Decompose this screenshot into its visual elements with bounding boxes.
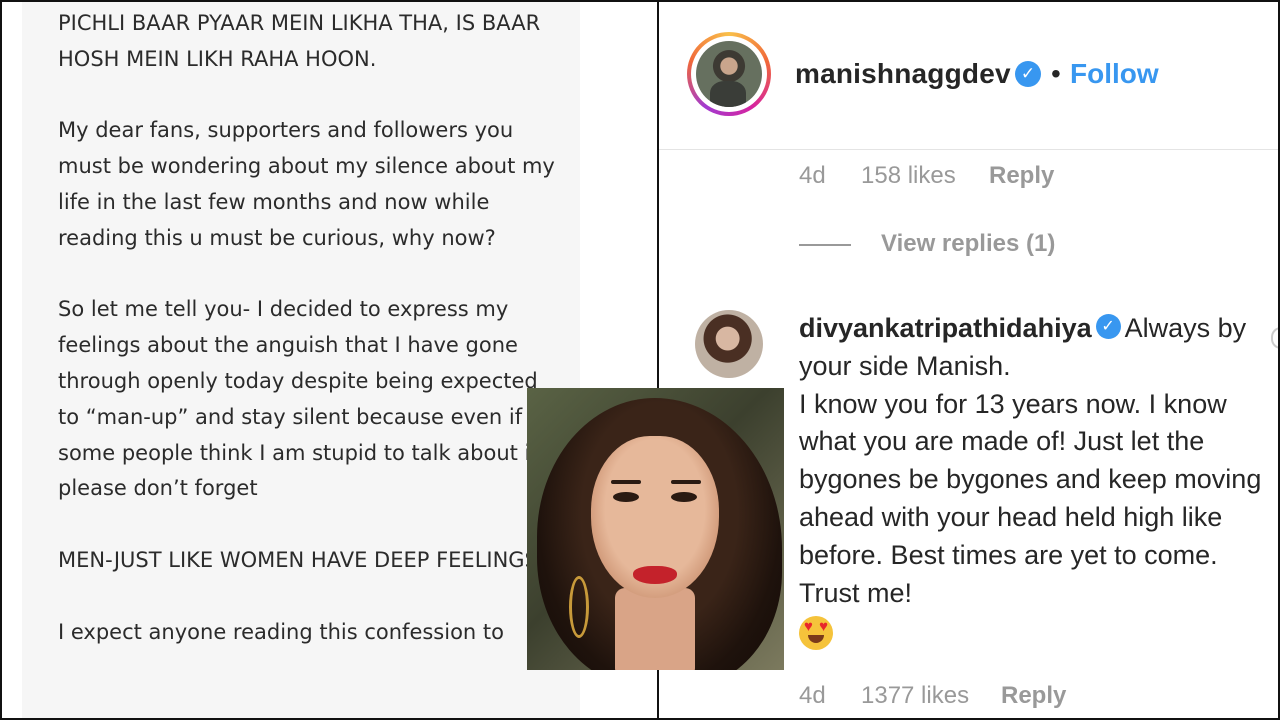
- profile-avatar[interactable]: [687, 32, 771, 116]
- lips: [633, 566, 677, 584]
- inset-portrait-photo: [527, 388, 784, 670]
- commenter-avatar[interactable]: [695, 310, 763, 378]
- note-paragraph-1: PICHLI BAAR PYAAR MEIN LIKHA THA, IS BAA…: [58, 11, 541, 71]
- post-header: manishnaggdev ✓ • Follow: [659, 2, 1278, 150]
- reply-button[interactable]: Reply: [1001, 682, 1066, 710]
- earring: [569, 576, 589, 638]
- note-paragraph-4: MEN-JUST LIKE WOMEN HAVE DEEP FEELINGS.: [58, 547, 545, 572]
- comment-body: divyankatripathidahiya ✓ Always by your si…: [799, 310, 1269, 651]
- note-paragraph-3: So let me tell you- I decided to express…: [58, 297, 539, 501]
- note-paragraph-5: I expect anyone reading this confession …: [58, 619, 504, 644]
- reply-button[interactable]: Reply: [989, 162, 1054, 190]
- post-username[interactable]: manishnaggdev: [795, 58, 1011, 90]
- separator-dot: •: [1051, 58, 1061, 89]
- heart-eyes-emoji-icon: [799, 616, 833, 651]
- note-paragraph-2: My dear fans, supporters and followers y…: [58, 118, 555, 250]
- commenter-username[interactable]: divyankatripathidahiya: [799, 313, 1092, 343]
- verified-badge-icon: ✓: [1015, 61, 1041, 87]
- options-edge-icon: [1271, 327, 1278, 349]
- replies-line: [799, 244, 851, 246]
- view-replies-label: View replies (1): [881, 230, 1056, 257]
- comment-time: 4d: [799, 682, 826, 709]
- verified-badge-icon: ✓: [1095, 314, 1121, 340]
- comment-text: I know you for 13 years now. I know what…: [799, 388, 1262, 608]
- follow-button[interactable]: Follow: [1070, 58, 1159, 90]
- comment-likes[interactable]: 158 likes: [861, 162, 956, 190]
- comment-time: 4d: [799, 162, 826, 189]
- note-text: PICHLI BAAR PYAAR MEIN LIKHA THA, IS BAA…: [58, 6, 558, 650]
- avatar-photo: [696, 41, 762, 107]
- comment-likes[interactable]: 1377 likes: [861, 682, 969, 710]
